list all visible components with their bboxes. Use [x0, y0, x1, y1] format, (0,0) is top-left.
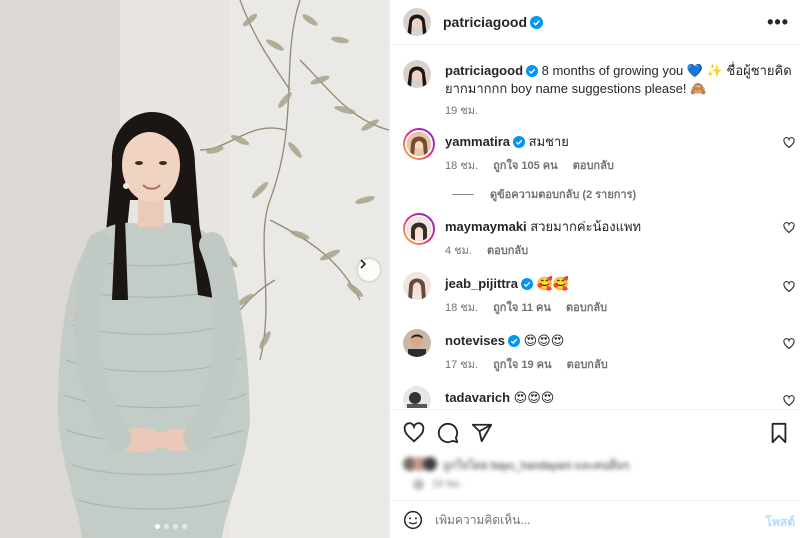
- comment-item: tadavarich 😍😍😍: [403, 386, 795, 408]
- author-avatar[interactable]: [403, 60, 431, 88]
- comments-list[interactable]: patriciagood 8 months of growing you 💙 ✨…: [390, 46, 800, 408]
- carousel-dot: [173, 524, 178, 529]
- comment-likes-count[interactable]: ถูกใจ 19 คน: [493, 359, 551, 371]
- comment-text: 😍😍😍: [513, 390, 555, 405]
- comment-username[interactable]: tadavarich: [445, 390, 510, 405]
- liked-by-time-row: 19 ชม.: [403, 477, 462, 492]
- comment-likes-count[interactable]: ถูกใจ 105 คน: [493, 160, 557, 172]
- reply-button[interactable]: ตอบกลับ: [567, 359, 608, 371]
- comment-time[interactable]: 4 ชม.: [445, 245, 472, 257]
- comment-like-heart-icon[interactable]: [783, 395, 795, 407]
- comment-input[interactable]: [435, 512, 735, 527]
- carousel-dot: [182, 524, 187, 529]
- caption-time[interactable]: 19 ชม.: [445, 105, 478, 117]
- caption-emoji: 💙 ✨: [686, 63, 723, 78]
- carousel-dot: [155, 524, 160, 529]
- carousel-indicator: [155, 524, 187, 529]
- post-photo[interactable]: [0, 0, 389, 538]
- author-username[interactable]: patriciagood: [443, 14, 527, 30]
- comment-text: 😍😍😍: [523, 333, 565, 348]
- caption-emoji: 🙈: [690, 81, 707, 96]
- comment-likes-count[interactable]: ถูกใจ 11 คน: [493, 302, 551, 314]
- comment-username[interactable]: yammatira: [445, 134, 510, 149]
- caption-text: 8 months of growing you: [541, 63, 684, 78]
- comment-text: สมชาย: [528, 134, 569, 149]
- liked-by-avatars: [403, 457, 437, 471]
- comment-time[interactable]: 17 ชม.: [445, 359, 478, 371]
- verified-badge-icon: [530, 15, 544, 29]
- comment-like-heart-icon[interactable]: [783, 281, 795, 293]
- comment-time[interactable]: 18 ชม.: [445, 160, 478, 172]
- verified-badge-icon: [507, 335, 520, 347]
- reply-button[interactable]: ตอบกลับ: [566, 302, 607, 314]
- reply-button[interactable]: ตอบกลับ: [487, 245, 528, 257]
- comment-item: notevises 😍😍😍 17 ชม. ถูกใจ 19 คน ตอบกลับ: [403, 329, 795, 379]
- replies-divider-line: [452, 193, 474, 195]
- author-avatar[interactable]: [403, 8, 431, 36]
- view-replies-label: ดูข้อความตอบกลับ (2 รายการ): [490, 189, 637, 201]
- comment-item: jeab_pijittra 🥰🥰 18 ชม. ถูกใจ 11 คน ตอบก…: [403, 272, 795, 322]
- add-comment-bar: โพสต์: [390, 500, 800, 538]
- reply-button[interactable]: ตอบกลับ: [573, 160, 614, 172]
- comment-username[interactable]: maymaymaki: [445, 219, 527, 234]
- verified-badge-icon: [526, 65, 539, 77]
- verified-badge-icon: [520, 278, 533, 290]
- caption-username[interactable]: patriciagood: [445, 63, 523, 78]
- post-age: 19 ชม.: [432, 479, 463, 490]
- comment-username[interactable]: notevises: [445, 333, 505, 348]
- commenter-avatar[interactable]: [403, 329, 431, 357]
- comment-item: maymaymaki สวยมากค่ะน้องแพท 4 ชม. ตอบกลั…: [403, 213, 795, 263]
- post-photo-illustration: [0, 0, 389, 538]
- more-options-button[interactable]: •••: [767, 12, 789, 33]
- next-photo-button[interactable]: [358, 259, 380, 281]
- commenter-avatar[interactable]: [403, 272, 431, 300]
- commenter-avatar[interactable]: [403, 213, 435, 245]
- commenter-avatar[interactable]: [403, 386, 431, 408]
- bookmark-icon[interactable]: [769, 422, 789, 444]
- chevron-right-icon: [360, 259, 367, 269]
- share-icon[interactable]: [471, 422, 493, 444]
- emoji-icon[interactable]: [403, 510, 423, 530]
- verified-badge-icon: [513, 136, 526, 148]
- comment-like-heart-icon[interactable]: [783, 137, 795, 149]
- heart-icon[interactable]: [403, 422, 425, 444]
- comment-username[interactable]: jeab_pijittra: [445, 276, 518, 291]
- commenter-avatar[interactable]: [403, 128, 435, 160]
- post-action-bar: [390, 409, 800, 453]
- liked-by-text[interactable]: ถูกใจโดย bayu_handayani และคนอื่นๆ: [443, 456, 629, 474]
- view-replies-button[interactable]: ดูข้อความตอบกลับ (2 รายการ): [452, 185, 636, 203]
- comment-text: สวยมากค่ะน้องแพท: [530, 219, 642, 234]
- post-details-panel: patriciagood ••• patriciagood 8 months o…: [389, 0, 800, 538]
- comment-icon[interactable]: [437, 422, 459, 444]
- carousel-dot: [164, 524, 169, 529]
- comment-like-heart-icon[interactable]: [783, 222, 795, 234]
- likes-summary: ถูกใจโดย bayu_handayani และคนอื่นๆ 19 ชม…: [403, 453, 793, 499]
- post-header: patriciagood •••: [390, 0, 800, 45]
- post-comment-button[interactable]: โพสต์: [766, 513, 795, 532]
- comment-like-heart-icon[interactable]: [783, 338, 795, 350]
- caption-row: patriciagood 8 months of growing you 💙 ✨…: [403, 60, 795, 120]
- comment-text: 🥰🥰: [536, 276, 569, 291]
- comment-time[interactable]: 18 ชม.: [445, 302, 478, 314]
- instagram-post-view: patriciagood ••• patriciagood 8 months o…: [0, 0, 800, 538]
